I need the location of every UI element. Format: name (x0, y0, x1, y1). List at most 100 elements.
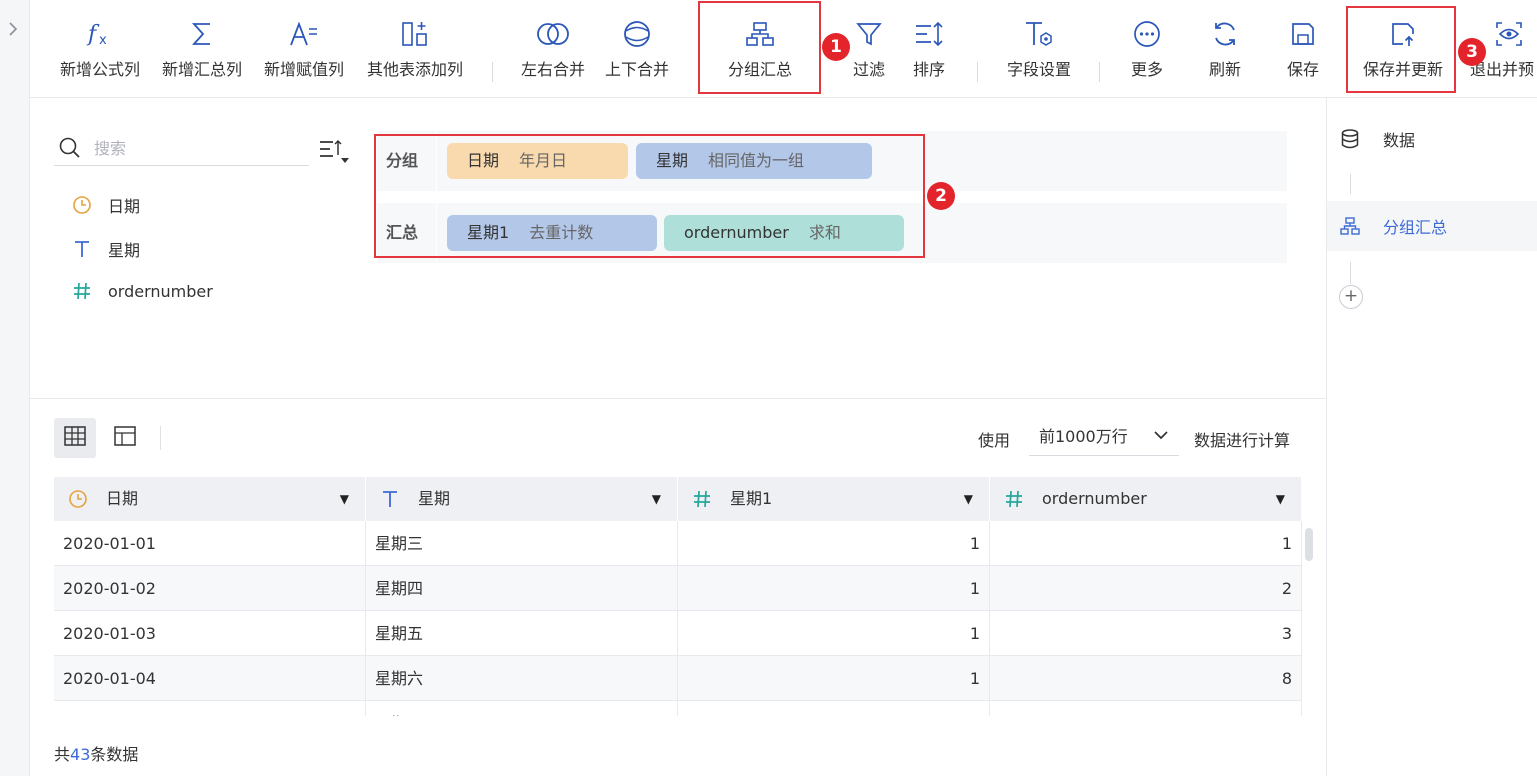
step-connector (1350, 174, 1351, 194)
grid-view-button[interactable] (54, 418, 96, 458)
toolbar-divider (977, 62, 978, 82)
field-name: 日期 (108, 197, 141, 216)
table-cell[interactable] (54, 701, 366, 716)
field-search[interactable] (54, 132, 309, 166)
assign-text-icon (258, 14, 350, 54)
field-sort-button[interactable] (318, 138, 350, 168)
svg-text:f: f (86, 22, 100, 47)
table-cell[interactable]: 星期四 (366, 566, 678, 611)
filter-button[interactable]: 过滤 (844, 14, 894, 80)
step-connector (1350, 262, 1351, 284)
caret-down-icon[interactable]: ▼ (1276, 477, 1285, 521)
steps-panel: 数据 分组汇总 + (1326, 98, 1537, 776)
add-summary-column-button[interactable]: 新增汇总列 (156, 14, 248, 80)
more-button[interactable]: 更多 (1122, 14, 1172, 80)
table-scrollbar[interactable] (1305, 528, 1313, 561)
chevron-right-icon[interactable] (7, 20, 19, 43)
refresh-button[interactable]: 刷新 (1200, 14, 1250, 80)
step-label: 数据 (1383, 131, 1416, 150)
hash-icon (1004, 477, 1024, 521)
row-limit-select[interactable]: 前1000万行 (1029, 418, 1179, 456)
more-icon (1122, 14, 1172, 54)
table-cell[interactable]: 1 (678, 521, 990, 566)
table-cell[interactable]: 星期六 (366, 656, 678, 701)
step-badge-1: 1 (822, 33, 850, 61)
column-header-weekday[interactable]: 星期 ▼ (366, 477, 678, 521)
merge-top-bottom-label: 上下合并 (604, 60, 669, 79)
add-step-icon[interactable]: + (1339, 285, 1363, 309)
field-settings-button[interactable]: 字段设置 (998, 14, 1080, 80)
table-cell[interactable]: 3 (990, 611, 1302, 656)
hash-icon (692, 477, 712, 521)
column-header-weekday1[interactable]: 星期1 ▼ (678, 477, 990, 521)
add-column-from-other-table-button[interactable]: 其他表添加列 (360, 14, 470, 80)
add-summary-column-label: 新增汇总列 (161, 60, 242, 79)
table-cell[interactable]: 2020-01-04 (54, 656, 366, 701)
toolbar-divider (492, 62, 493, 82)
left-collapse-strip[interactable] (0, 0, 30, 776)
table-cell[interactable]: 1 (990, 521, 1302, 566)
table-cell[interactable]: 星期三 (366, 521, 678, 566)
save-icon (1278, 14, 1328, 54)
table-cell[interactable]: 星期日 (366, 701, 678, 716)
row-count-prefix: 共 (54, 745, 71, 764)
sort-order-icon (318, 139, 350, 168)
chevron-down-icon (1153, 419, 1169, 457)
layout-view-button[interactable] (104, 418, 146, 458)
table-cell[interactable]: 1 (678, 566, 990, 611)
clock-icon (68, 477, 88, 521)
table-cell[interactable]: 8 (990, 656, 1302, 701)
add-assign-column-button[interactable]: 新增赋值列 (258, 14, 350, 80)
table-cell[interactable] (990, 701, 1302, 716)
search-input[interactable] (94, 134, 294, 162)
field-item-date[interactable]: 日期 (70, 193, 140, 217)
table-add-column-icon (360, 14, 470, 54)
merge-left-right-icon (514, 14, 592, 54)
layout-icon (113, 424, 137, 452)
database-icon (1339, 128, 1361, 150)
table-cell[interactable]: 1 (678, 656, 990, 701)
caret-down-icon[interactable]: ▼ (652, 477, 661, 521)
table-cell[interactable]: 1 (678, 611, 990, 656)
search-icon (58, 136, 82, 164)
sort-button[interactable]: 排序 (904, 14, 954, 80)
merge-top-bottom-button[interactable]: 上下合并 (598, 14, 676, 80)
merge-left-right-label: 左右合并 (520, 60, 585, 79)
table-cell[interactable]: 星期五 (366, 611, 678, 656)
grid-icon (63, 424, 87, 452)
toolbar-divider (1099, 62, 1100, 82)
field-item-ordernumber[interactable]: ordernumber (70, 279, 213, 303)
save-update-highlight (1346, 6, 1456, 93)
table-cell[interactable] (678, 701, 990, 716)
row-count-value: 43 (70, 745, 91, 764)
column-header-date[interactable]: 日期 ▼ (54, 477, 366, 521)
table-cell[interactable]: 2020-01-02 (54, 566, 366, 611)
calc-label: 数据进行计算 (1194, 431, 1291, 450)
hash-icon (70, 281, 94, 301)
merge-left-right-button[interactable]: 左右合并 (514, 14, 592, 80)
sort-icon (904, 14, 954, 54)
use-label: 使用 (978, 431, 1011, 450)
field-item-weekday[interactable]: 星期 (70, 237, 140, 261)
svg-text:x: x (99, 33, 107, 48)
column-header-ordernumber[interactable]: ordernumber ▼ (990, 477, 1302, 521)
sort-label: 排序 (912, 60, 945, 79)
column-header-label: 星期1 (730, 489, 773, 508)
add-formula-column-button[interactable]: fx 新增公式列 (54, 14, 146, 80)
step-badge-3: 3 (1458, 38, 1486, 66)
data-table: 日期 ▼ 星期 ▼ 星期1 ▼ ordernumber ▼ 2020-01-01… (54, 477, 1302, 716)
caret-down-icon[interactable]: ▼ (964, 477, 973, 521)
field-name: ordernumber (108, 281, 213, 301)
text-type-icon (380, 477, 400, 521)
step-badge-2: 2 (927, 182, 955, 210)
step-data[interactable]: 数据 (1327, 114, 1537, 164)
save-button[interactable]: 保存 (1278, 14, 1328, 80)
refresh-label: 刷新 (1208, 60, 1241, 79)
step-group-summary[interactable]: 分组汇总 (1327, 201, 1537, 251)
group-panel-highlight (374, 134, 925, 258)
table-cell[interactable]: 2 (990, 566, 1302, 611)
add-formula-column-label: 新增公式列 (59, 60, 140, 79)
table-cell[interactable]: 2020-01-03 (54, 611, 366, 656)
table-cell[interactable]: 2020-01-01 (54, 521, 366, 566)
caret-down-icon[interactable]: ▼ (340, 477, 349, 521)
